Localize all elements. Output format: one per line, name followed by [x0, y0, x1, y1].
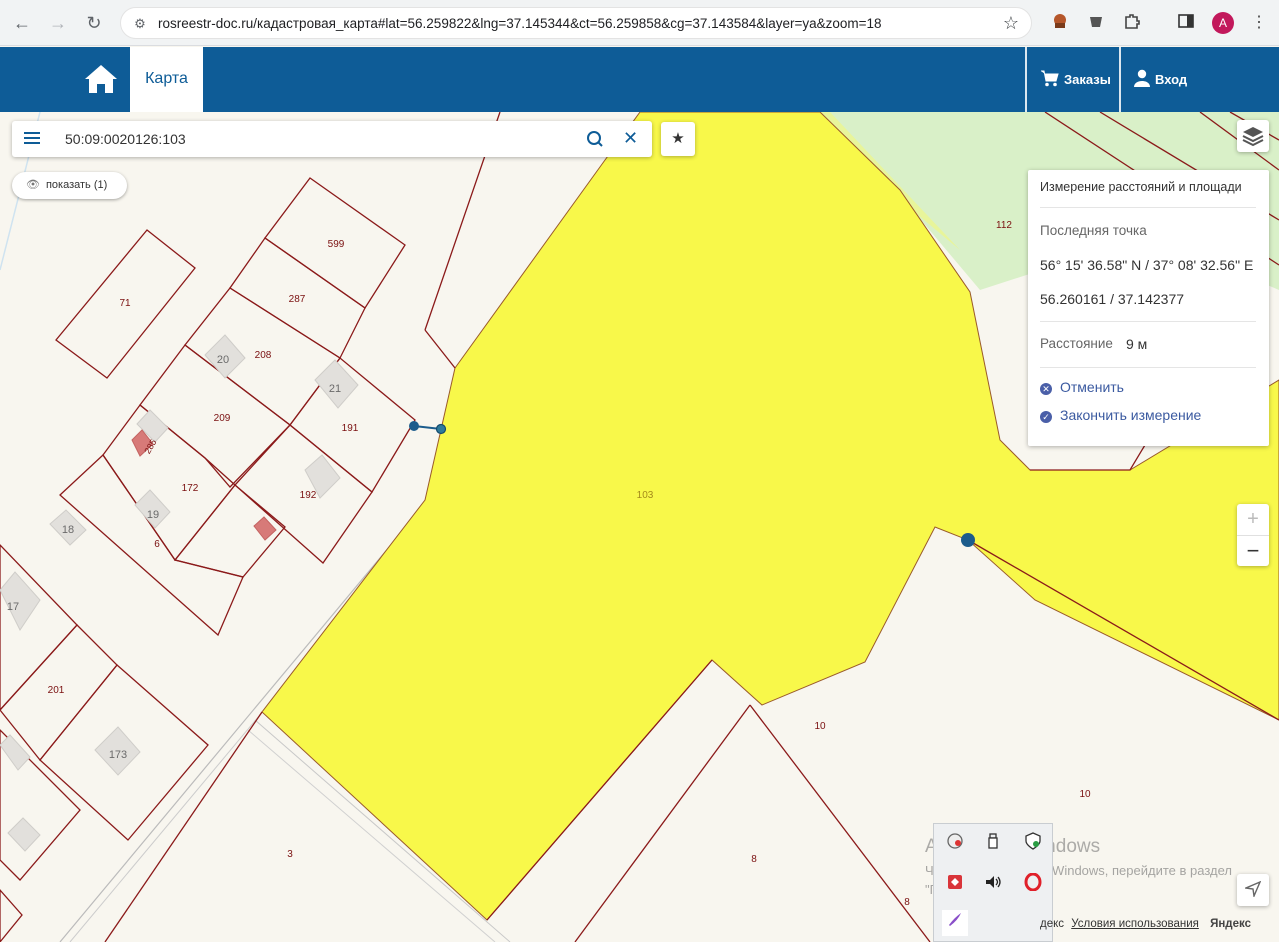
zoom-control: + − — [1237, 504, 1269, 566]
search-icon[interactable] — [586, 130, 604, 148]
map-attribution: декс Условия использования Яндекс — [1040, 918, 1251, 930]
coords-dms: 56° 15' 36.58" N / 37° 08' 32.56" E — [1040, 257, 1254, 273]
building-label: 173 — [109, 749, 127, 761]
security-shield-icon[interactable] — [1020, 832, 1046, 858]
coords-decimal: 56.260161 / 37.142377 — [1040, 291, 1185, 307]
divider — [1040, 367, 1256, 368]
parcel-label: 172 — [182, 483, 199, 494]
home-icon[interactable] — [84, 63, 118, 95]
terms-link[interactable]: Условия использования — [1071, 918, 1199, 930]
parcel-label: 287 — [289, 294, 306, 305]
browser-toolbar: ← → ↻ ⚙ rosreestr-doc.ru/кадастровая_кар… — [0, 0, 1279, 46]
parcel-label: 8 — [904, 897, 910, 908]
forward-icon[interactable]: → — [46, 11, 70, 35]
url-text[interactable]: rosreestr-doc.ru/кадастровая_карта#lat=5… — [158, 16, 882, 31]
parcel-label: 192 — [300, 490, 317, 501]
measurement-panel: Измерение расстояний и площади Последняя… — [1028, 170, 1269, 446]
login-label: Вход — [1155, 72, 1188, 87]
layers-icon[interactable] — [1237, 120, 1269, 152]
volume-icon[interactable] — [980, 873, 1006, 899]
building-label: 20 — [217, 354, 229, 366]
cancel-button[interactable]: ✕ Отменить — [1040, 379, 1124, 395]
attribution-prefix: декс — [1040, 918, 1065, 930]
orders-label: Заказы — [1064, 72, 1111, 87]
zoom-out-button[interactable]: − — [1237, 535, 1269, 566]
parcel-label: 599 — [328, 239, 345, 250]
puzzle-icon[interactable] — [1121, 12, 1143, 34]
search-bar: 50:09:0020126:103 ✕ — [12, 121, 652, 157]
parcel-label: 191 — [342, 423, 359, 434]
tab-map[interactable]: Карта — [130, 47, 203, 112]
pen-icon[interactable] — [942, 910, 968, 936]
extension-icon[interactable] — [1049, 12, 1071, 34]
zoom-in-button[interactable]: + — [1237, 504, 1269, 535]
header-divider — [1119, 47, 1121, 112]
panel-title: Измерение расстояний и площади — [1040, 180, 1242, 194]
finish-label: Закончить измерение — [1060, 407, 1202, 423]
yandex-logo: Яндекс — [1210, 918, 1251, 930]
distance-label: Расстояние — [1040, 336, 1113, 351]
close-icon[interactable]: ✕ — [623, 128, 638, 149]
check-icon: ✓ — [1040, 411, 1052, 423]
parcel-label: 3 — [287, 849, 293, 860]
login-button[interactable]: Вход — [1134, 47, 1204, 112]
parcel-label: 71 — [119, 298, 131, 309]
search-input[interactable]: 50:09:0020126:103 — [65, 131, 186, 147]
building-label: 21 — [329, 383, 341, 395]
parcel-label: 10 — [1079, 789, 1091, 800]
profile-avatar[interactable]: A — [1212, 12, 1234, 34]
last-point-label: Последняя точка — [1040, 223, 1147, 238]
parcel-label: 208 — [255, 350, 272, 361]
parcel-label: 209 — [214, 413, 231, 424]
app-header: Карта Заказы Вход — [0, 47, 1279, 112]
kebab-menu-icon[interactable]: ⋮ — [1248, 12, 1270, 34]
opera-icon[interactable] — [1020, 872, 1046, 899]
divider — [1040, 207, 1256, 208]
hamburger-icon[interactable] — [24, 129, 40, 149]
address-bar[interactable]: ⚙ rosreestr-doc.ru/кадастровая_карта#lat… — [120, 7, 1032, 39]
building-label: 17 — [7, 601, 19, 613]
side-panel-icon[interactable] — [1175, 12, 1197, 34]
building-label: 19 — [147, 509, 159, 521]
show-button[interactable]: 👁 показать (1) — [12, 172, 127, 199]
parcel-label: 201 — [48, 685, 65, 696]
eye-icon: 👁 — [26, 179, 40, 191]
parcel-label: 103 — [637, 490, 654, 501]
usb-icon[interactable] — [980, 832, 1006, 858]
star-icon[interactable]: ★ — [661, 122, 695, 156]
extension-icon[interactable] — [1085, 12, 1107, 34]
parcel-label: 6 — [154, 539, 160, 550]
bookmark-star-icon[interactable]: ☆ — [1003, 13, 1019, 34]
navigation-arrow-icon[interactable] — [1237, 874, 1269, 906]
cart-icon — [1041, 70, 1059, 87]
site-info-icon[interactable]: ⚙ — [131, 15, 149, 33]
cancel-label: Отменить — [1060, 379, 1124, 395]
finish-measure-button[interactable]: ✓ Закончить измерение — [1040, 407, 1201, 423]
header-divider — [1025, 47, 1027, 112]
tray-app-icon[interactable] — [942, 873, 968, 899]
parcel-label: 8 — [751, 854, 757, 865]
cancel-icon: ✕ — [1040, 383, 1052, 395]
parcel-label: 10 — [814, 721, 826, 732]
show-button-label: показать (1) — [45, 179, 108, 191]
back-icon[interactable]: ← — [10, 11, 34, 35]
parcel-label: 112 — [996, 220, 1012, 231]
tray-app-icon[interactable] — [942, 832, 968, 858]
user-icon — [1134, 69, 1150, 87]
building-label: 18 — [62, 524, 74, 536]
divider — [1040, 321, 1256, 322]
system-tray-overflow — [933, 823, 1053, 942]
orders-button[interactable]: Заказы — [1040, 47, 1120, 112]
distance-value: 9 м — [1126, 336, 1148, 352]
reload-icon[interactable]: ↻ — [82, 11, 106, 35]
